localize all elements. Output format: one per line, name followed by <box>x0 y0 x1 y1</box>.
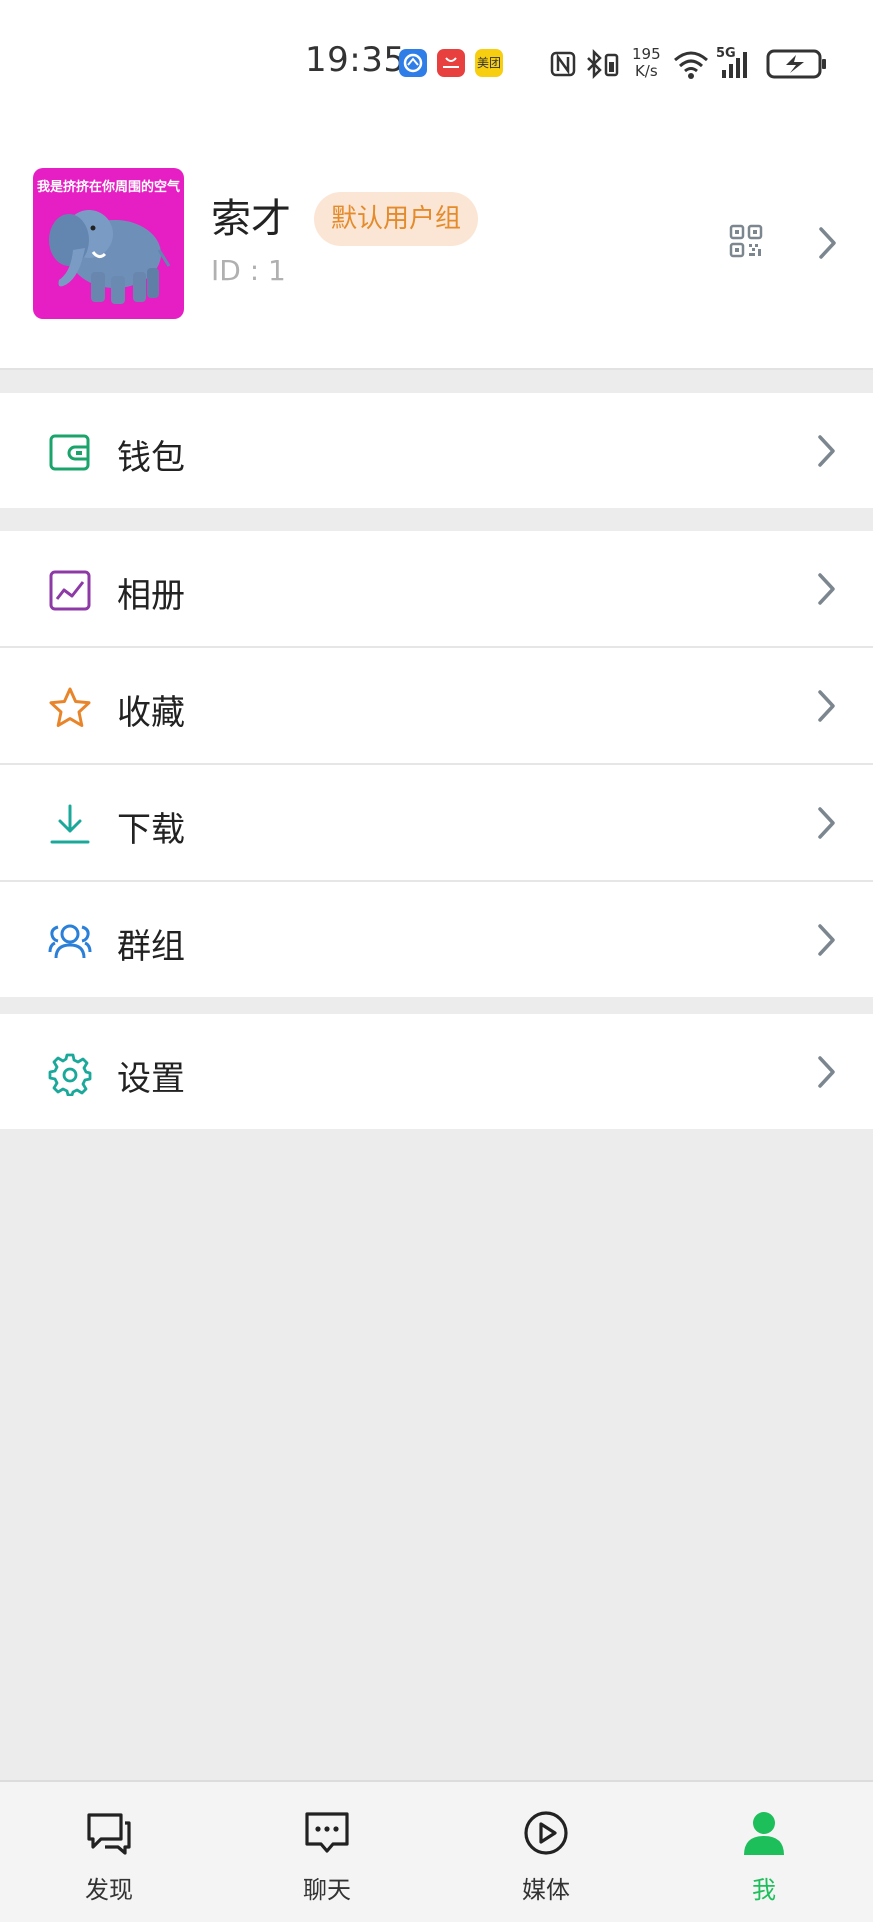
group-icon <box>48 924 92 959</box>
chevron-right-icon <box>818 807 835 839</box>
chevron-right-icon <box>818 924 835 956</box>
menu-item-label: 收藏 <box>117 693 185 733</box>
chevron-right-icon <box>818 573 835 605</box>
menu-group-wallet: 钱包 <box>0 393 873 508</box>
menu-item-label: 下载 <box>117 810 185 850</box>
tab-label: 发现 <box>85 1876 133 1904</box>
menu-item-settings[interactable]: 设置 <box>0 1014 873 1129</box>
menu-item-wallet[interactable]: 钱包 <box>0 393 873 508</box>
chevron-right-icon <box>819 227 836 259</box>
menu-group-settings: 设置 <box>0 1014 873 1129</box>
menu-item-label: 设置 <box>117 1059 185 1099</box>
avatar[interactable]: 我是挤挤在你周围的空气 <box>33 168 184 319</box>
network-speed: 195 K/s <box>632 45 661 80</box>
tab-label: 我 <box>752 1876 776 1904</box>
tab-label: 媒体 <box>522 1876 570 1904</box>
profile-card[interactable]: 我是挤挤在你周围的空气 索才 默认用户组 ID : 1 <box>0 130 873 370</box>
menu-item-album[interactable]: 相册 <box>0 531 873 648</box>
chevron-right-icon <box>818 1056 835 1088</box>
menu-item-groups[interactable]: 群组 <box>0 882 873 997</box>
bluetooth-icon <box>587 48 619 80</box>
status-time: 19:35 <box>305 40 406 80</box>
message-dots-icon <box>305 1812 349 1853</box>
album-icon <box>49 570 91 611</box>
settings-gear-icon <box>48 1053 92 1096</box>
signal-icon <box>722 52 747 78</box>
wifi-icon <box>674 51 708 79</box>
tab-media[interactable]: 媒体 <box>437 1782 655 1922</box>
person-icon <box>744 1812 784 1855</box>
profile-id: ID : 1 <box>211 254 286 287</box>
menu-item-label: 相册 <box>117 576 185 616</box>
huawei-appgallery-icon <box>437 49 465 77</box>
user-group-badge: 默认用户组 <box>314 192 479 246</box>
qr-code-icon[interactable] <box>728 223 764 259</box>
bottom-tab-bar: 发现 聊天 媒体 我 <box>0 1780 873 1922</box>
tab-me[interactable]: 我 <box>655 1782 873 1922</box>
menu-group-content: 相册 收藏 下载 群组 <box>0 531 873 997</box>
meituan-icon: 美团 <box>475 49 503 77</box>
tab-discover[interactable]: 发现 <box>0 1782 218 1922</box>
menu-item-label: 钱包 <box>117 438 185 478</box>
wallet-icon <box>49 434 90 471</box>
play-circle-icon <box>524 1811 568 1855</box>
chat-bubbles-icon <box>87 1813 131 1855</box>
battery-charging-icon <box>766 49 826 79</box>
menu-item-favorites[interactable]: 收藏 <box>0 648 873 765</box>
menu-item-download[interactable]: 下载 <box>0 765 873 882</box>
chevron-right-icon <box>818 435 835 467</box>
download-icon <box>50 804 90 844</box>
huawei-browser-icon <box>399 49 427 77</box>
menu-item-label: 群组 <box>117 927 185 967</box>
status-bar: 19:35 美团 195 K/s 5G <box>0 0 873 130</box>
nfc-icon <box>550 51 576 77</box>
star-icon <box>49 687 91 727</box>
chevron-right-icon <box>818 690 835 722</box>
tab-chat[interactable]: 聊天 <box>218 1782 436 1922</box>
profile-name: 索才 <box>211 196 291 242</box>
tab-label: 聊天 <box>303 1876 351 1904</box>
avatar-caption: 我是挤挤在你周围的空气 <box>36 180 180 195</box>
